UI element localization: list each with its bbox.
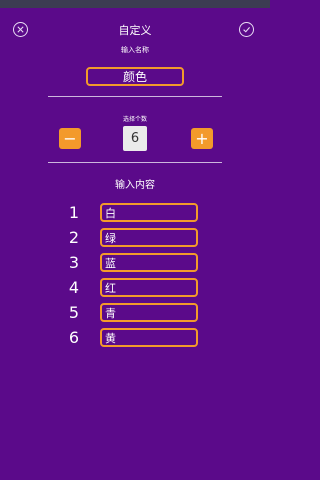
content-row: 1 白 <box>0 202 270 222</box>
page-title: 自定义 <box>118 24 152 37</box>
content-input[interactable]: 绿 <box>100 228 198 247</box>
count-value: 6 <box>123 126 147 151</box>
confirm-button[interactable] <box>239 22 254 37</box>
content-row: 3 蓝 <box>0 252 270 272</box>
decrement-button[interactable]: − <box>59 128 81 149</box>
name-label: 输入名称 <box>121 46 149 54</box>
row-number: 3 <box>68 252 80 272</box>
content-input[interactable]: 蓝 <box>100 253 198 272</box>
content-input[interactable]: 黄 <box>100 328 198 347</box>
divider <box>48 96 222 97</box>
check-icon <box>243 26 250 33</box>
count-label: 选择个数 <box>122 116 147 123</box>
row-number: 4 <box>68 277 80 297</box>
divider <box>48 162 222 163</box>
content-input[interactable]: 白 <box>100 203 198 222</box>
content-row: 6 黄 <box>0 327 270 347</box>
row-number: 2 <box>68 227 80 247</box>
content-row: 4 红 <box>0 277 270 297</box>
content-label: 输入内容 <box>115 180 155 191</box>
content-input[interactable]: 红 <box>100 278 198 297</box>
row-number: 6 <box>68 327 80 347</box>
row-number: 5 <box>68 302 80 322</box>
content-row: 5 青 <box>0 302 270 322</box>
increment-button[interactable]: + <box>191 128 213 149</box>
row-number: 1 <box>68 202 80 222</box>
status-bar <box>0 0 270 8</box>
content-row: 2 绿 <box>0 227 270 247</box>
content-input[interactable]: 青 <box>100 303 198 322</box>
name-input[interactable]: 颜色 <box>86 67 184 86</box>
